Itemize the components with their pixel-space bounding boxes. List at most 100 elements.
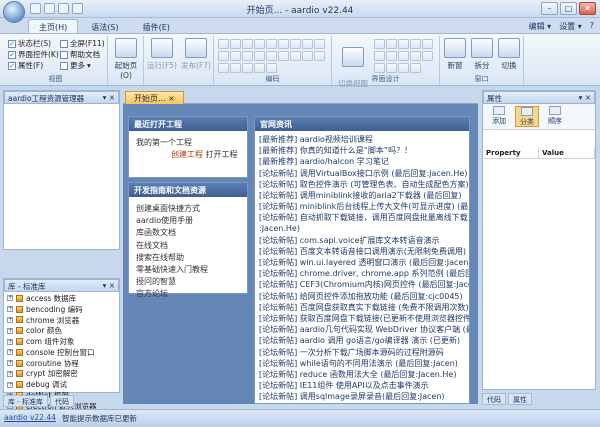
open-project-link[interactable]: 打开工程 bbox=[206, 150, 238, 159]
fold-icon[interactable] bbox=[278, 51, 289, 61]
guide-link[interactable]: 零基础快速入门教程 bbox=[129, 264, 247, 276]
news-item[interactable]: [论坛新帖] CEF3(Chromium内核)网页控件 (最后回复:Jacen) bbox=[255, 279, 469, 290]
space-v-icon[interactable] bbox=[410, 51, 421, 61]
news-item[interactable]: [论坛新帖] 自动抓取下载链接，调用百度网盘批量离线下载 bbox=[255, 212, 469, 223]
space-h-icon[interactable] bbox=[398, 51, 409, 61]
copy-icon[interactable] bbox=[230, 39, 241, 49]
news-item[interactable]: [论坛新帖] com.sapi.voice扩展库文本转语音演示 bbox=[255, 235, 469, 246]
align-center-icon[interactable] bbox=[386, 39, 397, 49]
expand-icon[interactable]: + bbox=[7, 306, 13, 313]
guide-link[interactable]: aardio使用手册 bbox=[129, 215, 247, 227]
expand-icon[interactable]: + bbox=[7, 295, 13, 302]
expand-icon[interactable]: + bbox=[7, 360, 13, 367]
news-item[interactable]: [论坛新帖] 使用aardio编写Chrome本地应用扩展(NativeMess… bbox=[255, 403, 469, 404]
news-item[interactable]: [论坛新帖] 百度文本转语音接口调用演示(无限制免费调用) bbox=[255, 246, 469, 257]
split-button[interactable]: 拆分 bbox=[469, 38, 495, 71]
news-item[interactable]: [论坛新帖] 调用sqlmage录屏录音(最后回复:Jacen) bbox=[255, 391, 469, 402]
guide-link[interactable]: 在线文档 bbox=[129, 240, 247, 252]
list-item[interactable]: + console 控制台窗口 bbox=[7, 347, 116, 358]
news-item[interactable]: :Jacen.He) bbox=[255, 224, 469, 235]
bring-front-icon[interactable] bbox=[374, 63, 385, 73]
guide-link[interactable]: 官方论坛 bbox=[129, 288, 247, 300]
publish-button[interactable]: 发布(F7) bbox=[180, 38, 212, 71]
more-button[interactable]: 更多 ▾ bbox=[60, 60, 105, 71]
news-item[interactable]: [论坛新帖] reduce 函数用法大全 (最后回复:Jacen.He) bbox=[255, 369, 469, 380]
list-item[interactable]: + coroutine 协程 bbox=[7, 358, 116, 369]
help-doc-button[interactable]: 帮助文档 bbox=[60, 49, 105, 60]
toggle-view-button[interactable]: 切换视图 (Ctrl+U) bbox=[336, 38, 370, 98]
help-icon[interactable]: ? bbox=[590, 21, 594, 32]
zoom-icon[interactable] bbox=[254, 63, 265, 73]
pin-icon[interactable]: ▾ × bbox=[579, 93, 591, 102]
expand-icon[interactable]: + bbox=[7, 349, 13, 356]
list-item[interactable]: + com 组件对象 bbox=[7, 336, 116, 347]
goto-icon[interactable] bbox=[302, 39, 313, 49]
same-width-icon[interactable] bbox=[374, 51, 385, 61]
recent-project-link[interactable]: 我的第一个工程 bbox=[129, 137, 247, 149]
list-item[interactable]: + access 数据库 bbox=[7, 293, 116, 304]
indent-icon[interactable] bbox=[218, 51, 229, 61]
statusbar-checkbox[interactable]: ✓ 状态栏(S) bbox=[8, 38, 59, 49]
run-button[interactable]: 运行(F5) bbox=[146, 38, 178, 71]
news-item[interactable]: [论坛新帖] 获取百度网盘下载链接(已更新不使用浏览器控件) bbox=[255, 313, 469, 324]
lock-icon[interactable] bbox=[398, 63, 409, 73]
minimize-button[interactable]: – bbox=[541, 2, 558, 15]
add-button[interactable]: 添加 bbox=[487, 106, 511, 127]
format-icon[interactable] bbox=[266, 51, 277, 61]
same-height-icon[interactable] bbox=[386, 51, 397, 61]
list-item[interactable]: + crypt 加密解密 bbox=[7, 369, 116, 380]
news-item[interactable]: [论坛新帖] win.ui.layered 透明窗口演示 (最后回复:Jacen… bbox=[255, 257, 469, 268]
bookmark-icon[interactable] bbox=[314, 39, 325, 49]
undo-icon[interactable] bbox=[254, 39, 265, 49]
news-item[interactable]: [论坛新帖] 一次分析下载广场脚本源码的过程附源码 bbox=[255, 347, 469, 358]
controls-checkbox[interactable]: ✓ 界面控件(K) bbox=[8, 49, 59, 60]
edit-menu[interactable]: 编辑 ▾ bbox=[529, 21, 552, 32]
tab-code[interactable]: 代码 bbox=[482, 393, 506, 405]
expand-icon[interactable]: + bbox=[7, 327, 13, 334]
news-item[interactable]: [最新推荐] aardio视频培训课程 bbox=[255, 134, 469, 145]
app-menu-button[interactable] bbox=[3, 1, 25, 23]
list-item[interactable]: + color 颜色 bbox=[7, 325, 116, 336]
tab-start-page[interactable]: 开始页... × bbox=[125, 91, 184, 104]
news-item[interactable]: [最新推荐] aardio/halcon 学习笔记 bbox=[255, 156, 469, 167]
version-link[interactable]: aardio v22.44 bbox=[4, 413, 56, 422]
category-button[interactable]: 分类 bbox=[515, 106, 539, 127]
uncomment-icon[interactable] bbox=[254, 51, 265, 61]
create-project-link[interactable]: 创建工程 bbox=[171, 150, 203, 159]
redo-icon[interactable] bbox=[266, 39, 277, 49]
news-item[interactable]: [论坛新帖] 调用VirtualBox接口示例 (最后回复:Jacen.He) bbox=[255, 168, 469, 179]
list-item[interactable]: + debug 调试 bbox=[7, 379, 116, 390]
tab-property[interactable]: 属性 bbox=[508, 393, 532, 405]
align-bottom-icon[interactable] bbox=[422, 39, 433, 49]
expand-icon[interactable]: + bbox=[7, 381, 13, 388]
print-icon[interactable] bbox=[266, 63, 277, 73]
settings-menu[interactable]: 设置 ▾ bbox=[559, 21, 582, 32]
tab-home[interactable]: 主页(H) bbox=[28, 19, 79, 34]
align-icon[interactable] bbox=[218, 63, 229, 73]
list-item[interactable]: + chrome 浏览器 bbox=[7, 315, 116, 326]
fullscreen-checkbox[interactable]: 全屏(F11) bbox=[60, 38, 105, 49]
maximize-button[interactable]: □ bbox=[560, 2, 577, 15]
news-item[interactable]: [论坛新帖] miniblink后台线程上传大文件(可显示进度) (最后回复) bbox=[255, 201, 469, 212]
new-window-button[interactable]: 新窗 bbox=[442, 38, 468, 71]
tab-code[interactable]: 代码 bbox=[49, 395, 74, 407]
news-item[interactable]: [论坛新帖] IE11组件 使用API以及点击事件演示 bbox=[255, 380, 469, 391]
paste-icon[interactable] bbox=[242, 39, 253, 49]
sort-button[interactable]: 顺序 bbox=[543, 106, 567, 127]
switch-button[interactable]: 切换 bbox=[496, 38, 522, 71]
guide-link[interactable]: 库函数文档 bbox=[129, 227, 247, 239]
pin-icon[interactable]: ▾ × bbox=[103, 93, 115, 102]
tab-library[interactable]: 库 - 标准库 bbox=[3, 395, 48, 407]
select-icon[interactable] bbox=[302, 51, 313, 61]
news-item[interactable]: [论坛新帖] aardio几句代码实现 WebDriver 协议客户端 (最后回… bbox=[255, 324, 469, 335]
news-item[interactable]: [论坛新帖] aardio 调用 go语言/go编译器 演示 (已更新) bbox=[255, 335, 469, 346]
comment-icon[interactable] bbox=[242, 51, 253, 61]
send-back-icon[interactable] bbox=[386, 63, 397, 73]
list-item[interactable]: + bencoding 编码 bbox=[7, 304, 116, 315]
wrap-icon[interactable] bbox=[230, 63, 241, 73]
expand-icon[interactable]: + bbox=[7, 316, 13, 323]
tab-order-icon[interactable] bbox=[410, 63, 421, 73]
news-item[interactable]: [论坛新帖] 调用miniblink接收的aria2下载器 (最后回复) bbox=[255, 190, 469, 201]
guide-link[interactable]: 搜索在线帮助 bbox=[129, 252, 247, 264]
guide-link[interactable]: 授问的智慧 bbox=[129, 276, 247, 288]
